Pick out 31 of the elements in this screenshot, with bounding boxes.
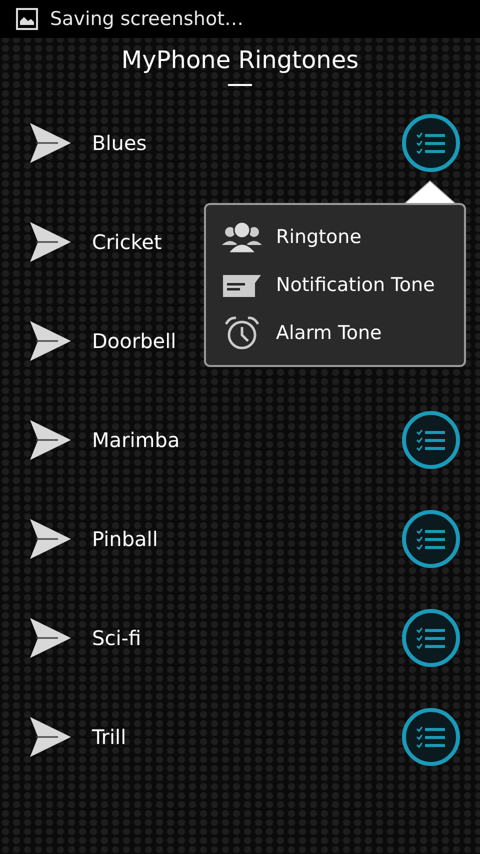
checklist-icon <box>416 428 446 450</box>
checklist-icon <box>416 726 446 748</box>
menu-button[interactable] <box>402 708 460 766</box>
paper-plane-icon <box>28 320 72 362</box>
alarm-clock-icon <box>222 316 262 350</box>
image-icon <box>16 8 38 30</box>
paper-plane-icon <box>28 418 72 460</box>
menu-button[interactable] <box>402 510 460 568</box>
notification-text: Saving screenshot… <box>50 8 244 30</box>
people-icon <box>222 221 262 253</box>
ringtone-name[interactable]: Marimba <box>92 428 402 452</box>
paper-plane-icon <box>28 518 72 560</box>
ringtone-name[interactable]: Blues <box>92 130 402 154</box>
paper-plane-icon <box>28 716 72 758</box>
ringtone-name[interactable]: Sci-fi <box>92 626 402 650</box>
menu-item[interactable]: Alarm Tone <box>206 309 464 357</box>
menu-button[interactable] <box>402 608 460 666</box>
paper-plane-icon <box>28 220 72 262</box>
checklist-icon <box>416 528 446 550</box>
menu-button[interactable] <box>402 410 460 468</box>
checklist-icon <box>416 626 446 648</box>
paper-plane-icon <box>28 122 72 164</box>
app-title: MyPhone Ringtones <box>121 46 359 74</box>
paper-plane-icon <box>28 616 72 658</box>
menu-item[interactable]: Ringtone <box>206 213 464 261</box>
checklist-icon <box>416 132 446 154</box>
menu-button[interactable] <box>402 114 460 172</box>
title-underline <box>228 84 252 86</box>
ringtone-name[interactable]: Trill <box>92 724 402 748</box>
ringtone-name[interactable]: Pinball <box>92 526 402 550</box>
menu-item[interactable]: Notification Tone <box>206 261 464 309</box>
